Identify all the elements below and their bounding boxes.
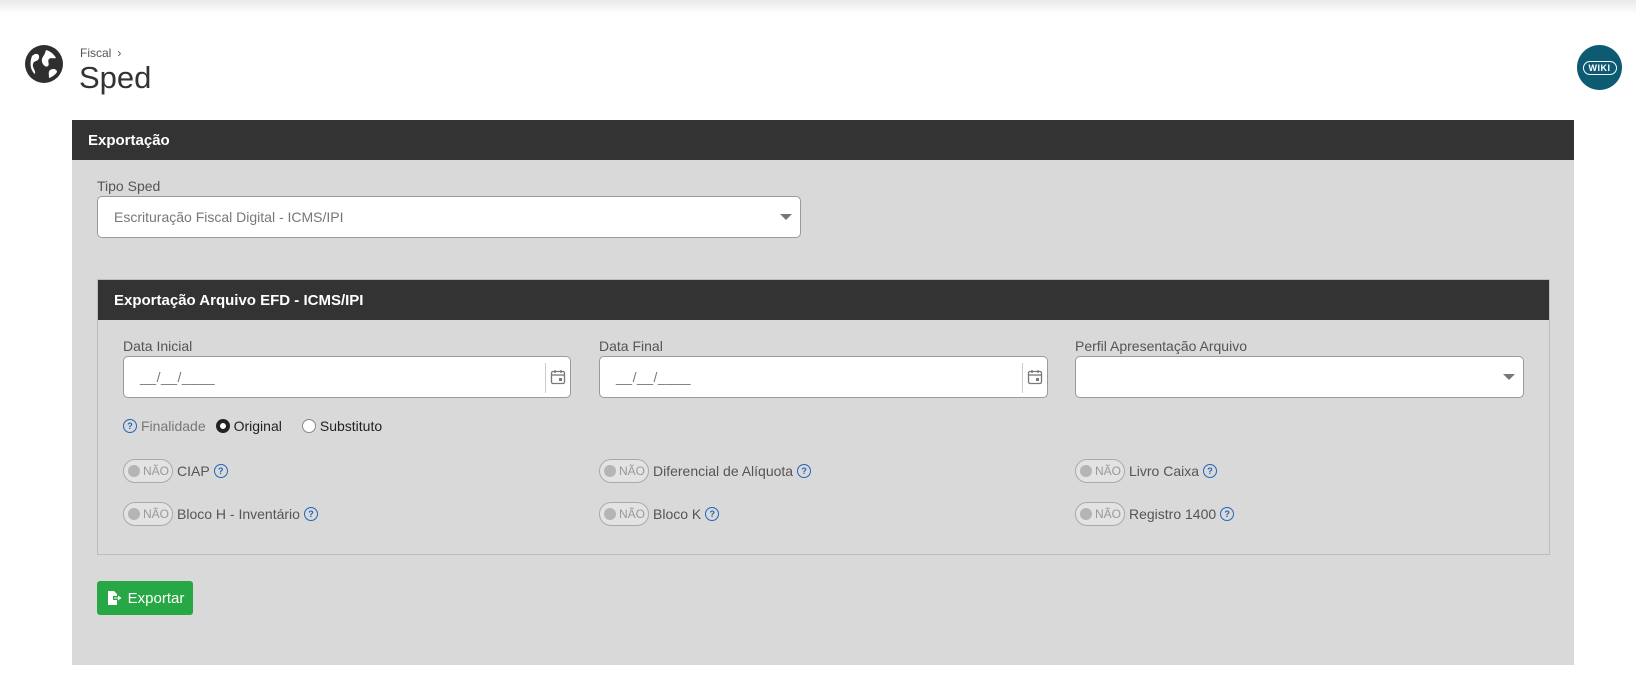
ciap-switch[interactable]: NÃO (123, 459, 173, 483)
divider (1022, 363, 1023, 393)
help-icon[interactable]: ? (1220, 507, 1235, 521)
chevron-right-icon: › (117, 46, 122, 60)
diferencial-aliquota-label: Diferencial de Alíquota (653, 463, 794, 479)
page-title: Sped (79, 60, 152, 95)
switch-state: NÃO (619, 507, 646, 521)
help-icon[interactable]: ? (705, 507, 720, 521)
export-panel-title: Exportação (88, 131, 170, 149)
livro-caixa-label: Livro Caixa (1129, 463, 1200, 479)
calendar-icon[interactable] (550, 369, 566, 385)
toggle-diferencial-aliquota: NÃO Diferencial de Alíquota ? (599, 459, 812, 483)
bloco-h-label: Bloco H - Inventário (177, 506, 300, 522)
export-panel-header: Exportação (72, 120, 1574, 160)
data-final-input[interactable]: __/__/____ (599, 356, 1048, 398)
help-icon[interactable]: ? (123, 419, 137, 433)
tipo-sped-label: Tipo Sped (97, 178, 161, 194)
perfil-label: Perfil Apresentação Arquivo (1075, 338, 1247, 354)
switch-knob (1080, 465, 1092, 477)
switch-knob (128, 465, 140, 477)
finalidade-label: Finalidade (141, 418, 206, 434)
export-button[interactable]: Exportar (97, 581, 193, 615)
export-button-label: Exportar (127, 589, 185, 607)
switch-knob (1080, 508, 1092, 520)
caret-down-icon (1503, 374, 1515, 380)
bloco-k-label: Bloco K (653, 506, 702, 522)
switch-state: NÃO (1095, 507, 1122, 521)
efd-subpanel: Exportação Arquivo EFD - ICMS/IPI Data I… (97, 279, 1550, 555)
caret-down-icon (780, 214, 792, 220)
switch-knob (604, 508, 616, 520)
calendar-icon[interactable] (1027, 369, 1043, 385)
wiki-button[interactable]: WIKI (1577, 45, 1622, 90)
help-icon[interactable]: ? (303, 507, 318, 521)
tipo-sped-select[interactable]: Escrituração Fiscal Digital - ICMS/IPI (97, 196, 801, 238)
switch-state: NÃO (143, 507, 170, 521)
help-icon[interactable]: ? (797, 464, 812, 478)
efd-subpanel-header: Exportação Arquivo EFD - ICMS/IPI (98, 280, 1549, 320)
divider (545, 363, 546, 393)
radio-substituto[interactable] (301, 419, 316, 433)
switch-state: NÃO (143, 464, 170, 478)
registro-1400-switch[interactable]: NÃO (1075, 502, 1125, 526)
export-panel: Exportação Tipo Sped Escrituração Fiscal… (72, 120, 1574, 665)
efd-subpanel-title: Exportação Arquivo EFD - ICMS/IPI (114, 291, 364, 309)
ciap-label: CIAP (177, 463, 210, 479)
tipo-sped-value: Escrituração Fiscal Digital - ICMS/IPI (114, 209, 344, 225)
help-icon[interactable]: ? (1203, 464, 1218, 478)
data-inicial-label: Data Inicial (123, 338, 193, 354)
registro-1400-label: Registro 1400 (1129, 506, 1217, 522)
finalidade-row: ? Finalidade Original Substituto (123, 418, 398, 434)
switch-knob (604, 465, 616, 477)
bloco-k-switch[interactable]: NÃO (599, 502, 649, 526)
bloco-h-switch[interactable]: NÃO (123, 502, 173, 526)
toggle-ciap: NÃO CIAP ? (123, 459, 228, 483)
switch-state: NÃO (1095, 464, 1122, 478)
help-icon[interactable]: ? (213, 464, 228, 478)
top-bar-shadow (0, 0, 1636, 14)
radio-original-label[interactable]: Original (234, 418, 282, 434)
breadcrumb: Fiscal › (80, 46, 121, 60)
wiki-label: WIKI (1582, 60, 1617, 75)
toggle-registro-1400: NÃO Registro 1400 ? (1075, 502, 1235, 526)
toggle-bloco-h: NÃO Bloco H - Inventário ? (123, 502, 318, 526)
data-inicial-input[interactable]: __/__/____ (123, 356, 571, 398)
file-export-icon (107, 591, 122, 605)
switch-knob (128, 508, 140, 520)
diferencial-aliquota-switch[interactable]: NÃO (599, 459, 649, 483)
data-final-value: __/__/____ (616, 369, 692, 385)
livro-caixa-switch[interactable]: NÃO (1075, 459, 1125, 483)
switch-state: NÃO (619, 464, 646, 478)
toggle-bloco-k: NÃO Bloco K ? (599, 502, 720, 526)
radio-substituto-label[interactable]: Substituto (320, 418, 382, 434)
data-final-label: Data Final (599, 338, 663, 354)
globe-icon (25, 45, 63, 83)
radio-original[interactable] (215, 419, 230, 433)
breadcrumb-item-fiscal[interactable]: Fiscal (80, 46, 111, 60)
data-inicial-value: __/__/____ (140, 369, 216, 385)
toggle-livro-caixa: NÃO Livro Caixa ? (1075, 459, 1218, 483)
perfil-select[interactable] (1075, 356, 1524, 398)
